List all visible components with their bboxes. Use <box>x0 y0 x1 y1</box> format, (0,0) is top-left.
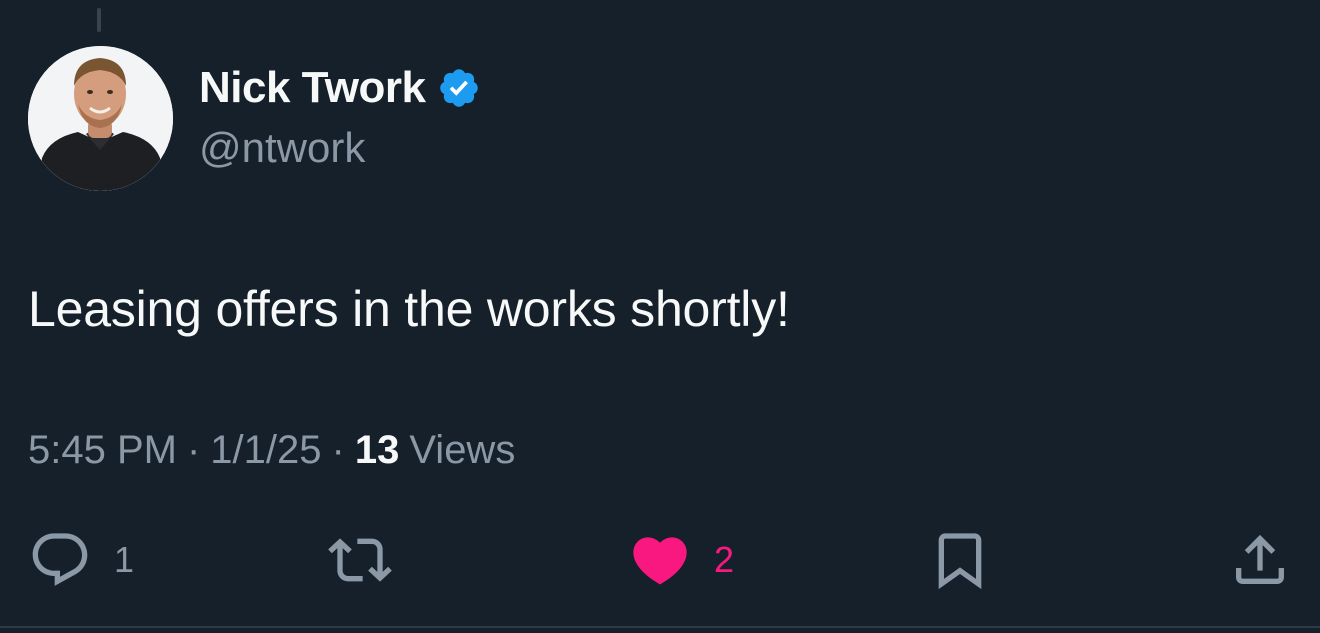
views-label[interactable]: Views <box>409 428 515 473</box>
avatar[interactable] <box>28 46 173 191</box>
views-count[interactable]: 13 <box>355 428 400 473</box>
author-name-row[interactable]: Nick Twork <box>199 62 481 114</box>
reply-count: 1 <box>114 539 135 580</box>
avatar-photo <box>28 46 173 191</box>
thread-connector-line <box>97 8 101 32</box>
share-icon <box>1236 534 1284 584</box>
verified-badge-icon[interactable] <box>437 66 481 110</box>
retweet-icon <box>328 538 392 582</box>
tweet-time[interactable]: 5:45 PM <box>28 428 177 473</box>
meta-separator: · <box>186 428 201 472</box>
retweet-button[interactable] <box>328 525 414 595</box>
tweet-text: Leasing offers in the works shortly! <box>28 281 790 337</box>
tweet-meta: 5:45 PM · 1/1/25 · 13 Views <box>28 428 515 473</box>
author-display-name[interactable]: Nick Twork <box>199 63 426 113</box>
like-count: 2 <box>714 539 735 580</box>
bookmark-button[interactable] <box>928 525 992 595</box>
meta-separator: · <box>331 428 345 472</box>
tweet-date[interactable]: 1/1/25 <box>210 428 321 473</box>
heart-icon <box>633 537 687 585</box>
share-button[interactable] <box>1228 525 1292 595</box>
author-handle[interactable]: @ntwork <box>199 124 365 172</box>
reply-icon <box>32 533 88 586</box>
reply-button[interactable]: 1 <box>28 525 134 595</box>
bottom-divider <box>0 626 1320 628</box>
tweet-actions-bar: 1 2 <box>0 525 1320 595</box>
bookmark-icon <box>938 533 982 590</box>
like-button[interactable]: 2 <box>628 525 734 595</box>
